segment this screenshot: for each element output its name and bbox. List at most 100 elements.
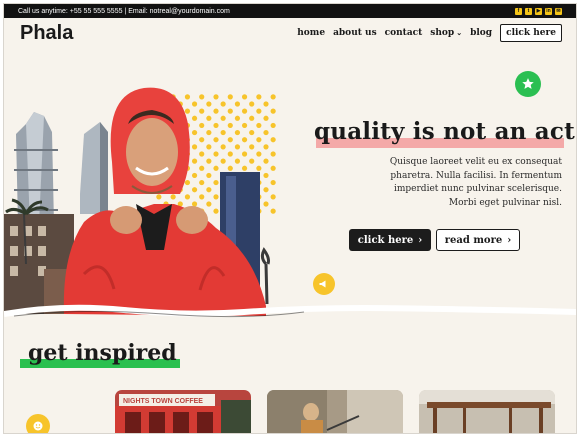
decor-dot (206, 187, 212, 193)
decor-dot (227, 165, 233, 171)
storefront-sign: NIGHTS TOWN COFFEE (123, 398, 203, 405)
decor-dot (191, 101, 198, 107)
decor-dot (270, 165, 276, 171)
card-furniture[interactable] (419, 390, 555, 433)
decor-dot (256, 151, 262, 157)
decor-dot (199, 108, 205, 114)
decor-dot (199, 94, 205, 100)
decor-dot (199, 122, 205, 129)
decor-dot (213, 108, 219, 114)
decor-dot (213, 165, 219, 171)
nav-contact[interactable]: contact (385, 28, 423, 38)
decor-dot (220, 158, 226, 164)
card-storefront[interactable]: NIGHTS TOWN COFFEE (115, 390, 251, 433)
decor-dot (220, 129, 226, 136)
email-icon[interactable]: ✉ (555, 7, 562, 15)
storefront-photo: NIGHTS TOWN COFFEE (115, 390, 251, 433)
decor-dot (191, 158, 198, 164)
decor-dot (256, 122, 262, 129)
decor-dot (227, 137, 233, 143)
decor-dot (270, 179, 276, 186)
furniture-photo (419, 390, 555, 433)
chevron-right-icon: › (418, 234, 423, 246)
decor-dot (213, 194, 219, 200)
street-photo (267, 390, 403, 433)
decor-dot (220, 101, 226, 107)
chevron-right-icon: › (507, 234, 512, 246)
section-title: get inspired (28, 340, 177, 366)
linkedin-icon[interactable]: in (545, 7, 552, 15)
decor-dot (249, 115, 255, 121)
decor-dot (249, 158, 255, 164)
decor-dot (234, 144, 241, 150)
decor-dot (206, 201, 212, 207)
decor-dot (184, 94, 191, 100)
youtube-icon[interactable]: ▶ (535, 7, 542, 15)
decor-dot (270, 208, 276, 214)
decor-dot (256, 94, 262, 100)
hero-title: quality is not an act (314, 118, 575, 145)
decor-dot (249, 144, 255, 150)
decor-dot (270, 108, 276, 114)
decor-dot (270, 122, 276, 129)
top-bar: Call us anytime: +55 55 555 5555 | Email… (4, 4, 576, 18)
decor-dot (213, 208, 219, 214)
decor-dot (270, 151, 276, 157)
decor-dot (191, 187, 198, 193)
decor-dot (184, 179, 191, 186)
decor-dot (241, 108, 248, 114)
click-here-label: click here (357, 234, 414, 246)
nav-about[interactable]: about us (333, 28, 377, 38)
decor-dot (241, 122, 248, 129)
decor-dot (191, 172, 198, 179)
section-heading-block: get inspired (20, 340, 180, 368)
twitter-icon[interactable]: t (525, 7, 532, 15)
decor-dot (199, 151, 205, 157)
hero-illustration (4, 87, 276, 316)
hero-heading-block: quality is not an act (314, 118, 575, 148)
decor-dot (199, 137, 205, 143)
nav-shop[interactable]: shop ⌄ (430, 28, 462, 38)
decor-dot (191, 144, 198, 150)
decor-dot (263, 101, 269, 107)
card-street[interactable] (267, 390, 403, 433)
decor-dot (199, 179, 205, 186)
nav-cta-button[interactable]: click here (500, 24, 562, 42)
decor-dot (206, 115, 212, 121)
decor-dot (263, 172, 269, 179)
site-logo[interactable]: Phala (20, 22, 73, 45)
decor-dot (270, 194, 276, 200)
decor-dot (270, 94, 276, 100)
decor-dot (156, 194, 162, 200)
decor-dot (256, 108, 262, 114)
decor-dot (234, 129, 241, 136)
decor-dot (206, 172, 212, 179)
star-badge-icon (515, 71, 541, 97)
decor-dot (241, 94, 248, 100)
decor-dot (191, 115, 198, 121)
decor-dot (191, 129, 198, 136)
decor-dot (227, 94, 233, 100)
decor-dot (220, 115, 226, 121)
chevron-down-icon: ⌄ (456, 28, 463, 37)
click-here-button[interactable]: click here › (349, 229, 431, 251)
decor-dot (263, 201, 269, 207)
read-more-button[interactable]: read more › (436, 229, 520, 251)
facebook-icon[interactable]: f (515, 7, 522, 15)
decor-dot (256, 137, 262, 143)
nav-blog[interactable]: blog (470, 28, 492, 38)
decor-dot (191, 201, 198, 207)
decor-dot (227, 108, 233, 114)
contact-info: Call us anytime: +55 55 555 5555 | Email… (18, 7, 230, 15)
decor-dot (199, 194, 205, 200)
decor-dot (213, 179, 219, 186)
decor-dot (206, 129, 212, 136)
decor-dot (263, 158, 269, 164)
nav-home[interactable]: home (297, 28, 325, 38)
decor-dot (270, 137, 276, 143)
decor-dot (249, 101, 255, 107)
decor-dot (234, 158, 241, 164)
decor-dot (263, 129, 269, 136)
decor-dot (241, 165, 248, 171)
decor-dot (206, 101, 212, 107)
